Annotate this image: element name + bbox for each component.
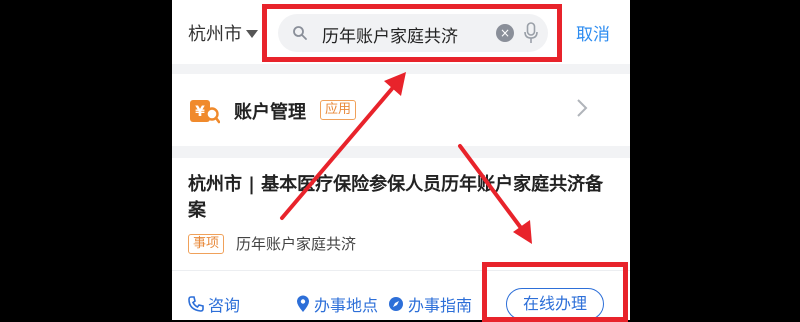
arrow-to-online-apply (458, 144, 526, 234)
annotation-arrows (280, 72, 532, 244)
arrow-to-search (280, 82, 398, 220)
